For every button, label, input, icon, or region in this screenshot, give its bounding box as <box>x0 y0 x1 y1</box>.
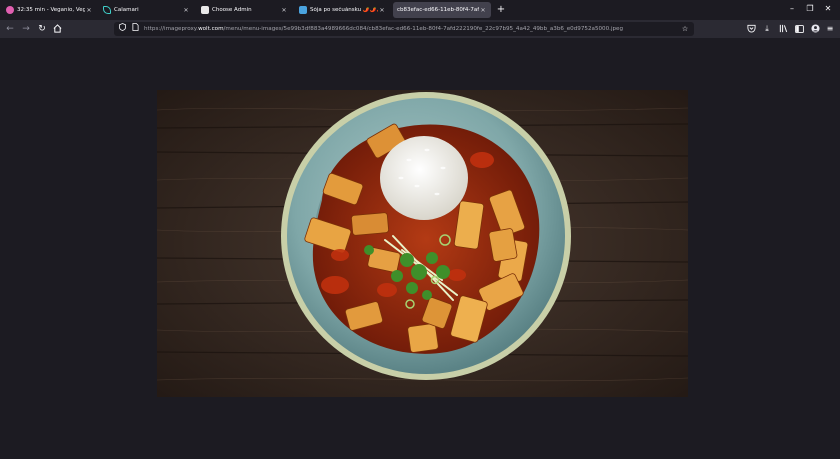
arrow-right-icon[interactable]: → <box>19 22 33 36</box>
url-prefix: https://imageproxy. <box>144 26 199 32</box>
tab-label: 32:35 min - Veganio, Veganio - <box>17 7 85 13</box>
pocket-icon[interactable] <box>745 22 757 36</box>
tab-bar: 32:35 min - Veganio, Veganio - ✕ Calamar… <box>0 0 840 20</box>
tab-calamari[interactable]: Calamari ✕ <box>99 2 194 18</box>
url-text[interactable]: https://imageproxy.wolt.com/menu/menu-im… <box>144 22 674 36</box>
sidebar-icon[interactable] <box>793 22 805 36</box>
tab-soja-po-secuansku[interactable]: Sója po sečuánsku 🌶️🌶️🌶️ (1. ✕ <box>295 2 390 18</box>
tab-label: Sója po sečuánsku 🌶️🌶️🌶️ (1. <box>310 7 378 13</box>
close-tab-icon[interactable]: ✕ <box>479 7 487 14</box>
bookmark-star-icon[interactable]: ☆ <box>680 23 690 35</box>
tracking-protection-icon[interactable] <box>117 23 127 35</box>
tab-current-image[interactable]: cb83efac-ed66-11eb-80f4-7afd22 ✕ <box>393 2 491 18</box>
tab-veganio[interactable]: 32:35 min - Veganio, Veganio - ✕ <box>2 2 97 18</box>
close-tab-icon[interactable]: ✕ <box>85 7 93 14</box>
library-icon[interactable] <box>777 22 789 36</box>
url-domain: wolt.com <box>198 26 224 32</box>
downloads-icon[interactable]: ⤓ <box>761 22 773 36</box>
tab-choose-admin[interactable]: Choose Admin ✕ <box>197 2 292 18</box>
tab-label: Choose Admin <box>212 7 252 13</box>
tab-label: Calamari <box>114 7 139 13</box>
close-tab-icon[interactable]: ✕ <box>280 7 288 14</box>
minimize-icon[interactable]: – <box>786 3 798 15</box>
account-icon[interactable] <box>809 22 821 36</box>
rice-mound <box>380 136 468 220</box>
sichuan-tofu-image <box>157 90 688 397</box>
url-suffix: /menu/menu-images/5e99b3df883a4989666dc0… <box>223 26 624 32</box>
wolt-favicon-icon <box>299 6 307 14</box>
close-tab-icon[interactable]: ✕ <box>182 7 190 14</box>
admin-favicon-icon <box>201 6 209 14</box>
menu-icon[interactable]: ≡ <box>824 22 836 36</box>
restore-icon[interactable]: ❐ <box>804 3 816 15</box>
reload-icon[interactable]: ↻ <box>35 22 49 36</box>
calamari-favicon-icon <box>103 6 111 14</box>
image-viewer <box>0 38 840 459</box>
address-bar[interactable]: https://imageproxy.wolt.com/menu/menu-im… <box>114 22 694 36</box>
new-tab-button[interactable]: + <box>496 3 506 17</box>
food-photo[interactable] <box>157 90 688 397</box>
home-icon[interactable] <box>50 22 64 36</box>
nav-toolbar: ← → ↻ https://imageproxy.wolt.com/menu/m… <box>0 20 840 38</box>
tab-label: cb83efac-ed66-11eb-80f4-7afd22 <box>397 7 479 13</box>
close-window-icon[interactable]: ✕ <box>822 3 834 15</box>
page-info-icon[interactable] <box>130 23 140 35</box>
veganio-favicon-icon <box>6 6 14 14</box>
close-tab-icon[interactable]: ✕ <box>378 7 386 14</box>
arrow-left-icon[interactable]: ← <box>3 22 17 36</box>
